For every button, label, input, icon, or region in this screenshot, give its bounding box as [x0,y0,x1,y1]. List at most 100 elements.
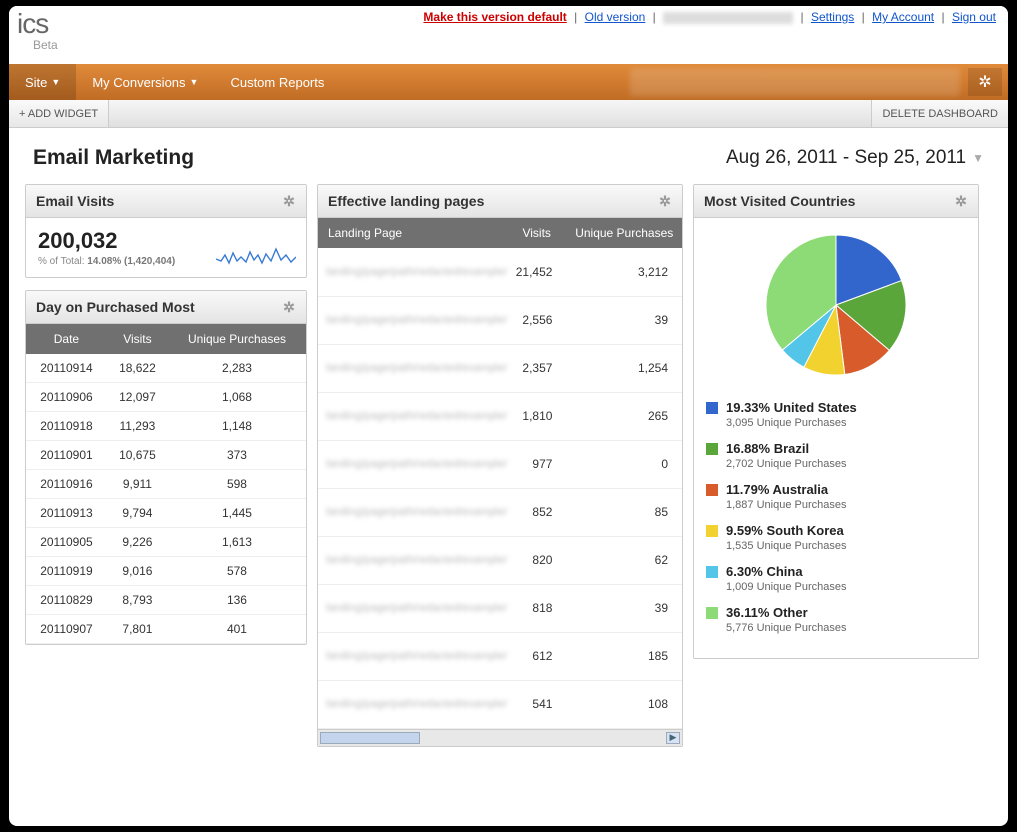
legend-item[interactable]: 6.30% China 1,009 Unique Purchases [706,564,968,593]
widget-title: Email Visits [36,193,114,209]
legend-label: 19.33% United States [726,400,857,415]
legend-sublabel: 2,702 Unique Purchases [726,458,968,470]
table-row[interactable]: 201109139,7941,445 [26,499,306,528]
legend-sublabel: 3,095 Unique Purchases [726,417,968,429]
brand-sub: Beta [33,38,58,52]
title-row: Email Marketing Aug 26, 2011 - Sep 25, 2… [9,128,1008,184]
delete-dashboard-button[interactable]: DELETE DASHBOARD [871,100,1008,127]
table-row[interactable]: 201109077,801401 [26,615,306,644]
table-row[interactable]: 201108298,793136 [26,586,306,615]
nav-custom-reports[interactable]: Custom Reports [214,64,340,100]
nav-my-conversions[interactable]: My Conversions ▼ [76,64,214,100]
widget-title: Effective landing pages [328,193,484,209]
widget-email-visits: Email Visits ✲ 200,032 % of Total: 14.08… [25,184,307,278]
main-nav: Site ▼ My Conversions ▼ Custom Reports ✲ [9,64,1008,100]
horizontal-scrollbar[interactable]: ▶ [318,729,682,746]
legend-sublabel: 5,776 Unique Purchases [726,622,968,634]
table-row[interactable]: landing/page/path/redacted/example/categ… [318,392,682,440]
gear-icon: ✲ [659,193,671,210]
widget-landing-pages: Effective landing pages ✲ Landing Page V… [317,184,683,747]
nav-label: Site [25,75,47,90]
legend-sublabel: 1,535 Unique Purchases [726,540,968,552]
sparkline-chart [216,243,296,269]
nav-settings-button[interactable]: ✲ [968,68,1002,96]
dashboard-toolbar: + ADD WIDGET DELETE DASHBOARD [9,100,1008,128]
color-swatch [706,566,718,578]
gear-icon: ✲ [283,193,295,210]
table-row[interactable]: 201109169,911598 [26,470,306,499]
widget-day-purchased: Day on Purchased Most ✲ Date Visits Uniq… [25,290,307,645]
nav-site[interactable]: Site ▼ [9,64,76,100]
page-title: Email Marketing [33,146,194,170]
table-row[interactable]: 201109059,2261,613 [26,528,306,557]
table-row[interactable]: 2011091418,6222,283 [26,354,306,383]
legend-item[interactable]: 11.79% Australia 1,887 Unique Purchases [706,482,968,511]
legend-label: 11.79% Australia [726,482,828,497]
legend-label: 6.30% China [726,564,803,579]
col-landing-page[interactable]: Landing Page [318,218,507,248]
color-swatch [706,525,718,537]
top-header: ics Beta Make this version default | Old… [9,6,1008,64]
link-make-default[interactable]: Make this version default [423,10,566,24]
scroll-right-arrow[interactable]: ▶ [666,732,680,744]
link-my-account[interactable]: My Account [872,10,934,24]
widget-title: Most Visited Countries [704,193,855,209]
color-swatch [706,402,718,414]
legend-item[interactable]: 16.88% Brazil 2,702 Unique Purchases [706,441,968,470]
table-row[interactable]: 2011091811,2931,148 [26,412,306,441]
legend-sublabel: 1,009 Unique Purchases [726,581,968,593]
legend-label: 16.88% Brazil [726,441,809,456]
widget-settings-button[interactable]: ✲ [280,298,298,316]
widget-settings-button[interactable]: ✲ [656,192,674,210]
chevron-down-icon: ▼ [190,77,199,87]
table-day-purchased: Date Visits Unique Purchases 2011091418,… [26,324,306,644]
legend-item[interactable]: 19.33% United States 3,095 Unique Purchas… [706,400,968,429]
color-swatch [706,607,718,619]
widget-title: Day on Purchased Most [36,299,195,315]
site-selector-blurred[interactable] [630,68,960,96]
table-row[interactable]: landing/page/path/redacted/example/categ… [318,584,682,632]
table-row[interactable]: 201109199,016578 [26,557,306,586]
nav-label: My Conversions [92,75,185,90]
scrollbar-thumb[interactable] [320,732,420,744]
col-visits[interactable]: Visits [507,218,567,248]
table-row[interactable]: 2011090612,0971,068 [26,383,306,412]
col-visits[interactable]: Visits [107,324,168,354]
chevron-down-icon: ▼ [51,77,60,87]
table-row[interactable]: landing/page/path/redacted/example/categ… [318,296,682,344]
nav-label: Custom Reports [230,75,324,90]
widget-settings-button[interactable]: ✲ [280,192,298,210]
date-range-picker[interactable]: Aug 26, 2011 - Sep 25, 2011 ▼ [726,147,984,169]
link-sign-out[interactable]: Sign out [952,10,996,24]
chevron-down-icon: ▼ [972,151,984,165]
legend-label: 9.59% South Korea [726,523,844,538]
col-unique-purchases[interactable]: Unique Purchases [168,324,306,354]
table-row[interactable]: landing/page/path/redacted/example/categ… [318,536,682,584]
legend-item[interactable]: 9.59% South Korea 1,535 Unique Purchases [706,523,968,552]
table-row[interactable]: landing/page/path/redacted/example/categ… [318,344,682,392]
color-swatch [706,484,718,496]
color-swatch [706,443,718,455]
table-row[interactable]: 2011090110,675373 [26,441,306,470]
gear-icon: ✲ [978,72,991,92]
pie-chart [756,230,916,380]
table-row[interactable]: landing/page/path/redacted/example/categ… [318,440,682,488]
gear-icon: ✲ [283,299,295,316]
widget-countries: Most Visited Countries ✲ 19.33% United S… [693,184,979,659]
table-row[interactable]: landing/page/path/redacted/example/categ… [318,680,682,728]
gear-icon: ✲ [955,193,967,210]
date-range-text: Aug 26, 2011 - Sep 25, 2011 [726,147,966,169]
add-widget-button[interactable]: + ADD WIDGET [9,100,109,127]
table-row[interactable]: landing/page/path/redacted/example/categ… [318,488,682,536]
widget-settings-button[interactable]: ✲ [952,192,970,210]
col-date[interactable]: Date [26,324,107,354]
legend-item[interactable]: 36.11% Other5,776 Unique Purchases [706,605,968,634]
link-old-version[interactable]: Old version [585,10,646,24]
pie-legend: 19.33% United States 3,095 Unique Purchas… [694,400,978,658]
brand-logo: ics [17,8,48,40]
col-unique-purchases[interactable]: Unique Purchases [566,218,682,248]
link-settings[interactable]: Settings [811,10,854,24]
table-row[interactable]: landing/page/path/redacted/example/categ… [318,248,682,296]
legend-sublabel: 1,887 Unique Purchases [726,499,968,511]
table-row[interactable]: landing/page/path/redacted/example/categ… [318,632,682,680]
